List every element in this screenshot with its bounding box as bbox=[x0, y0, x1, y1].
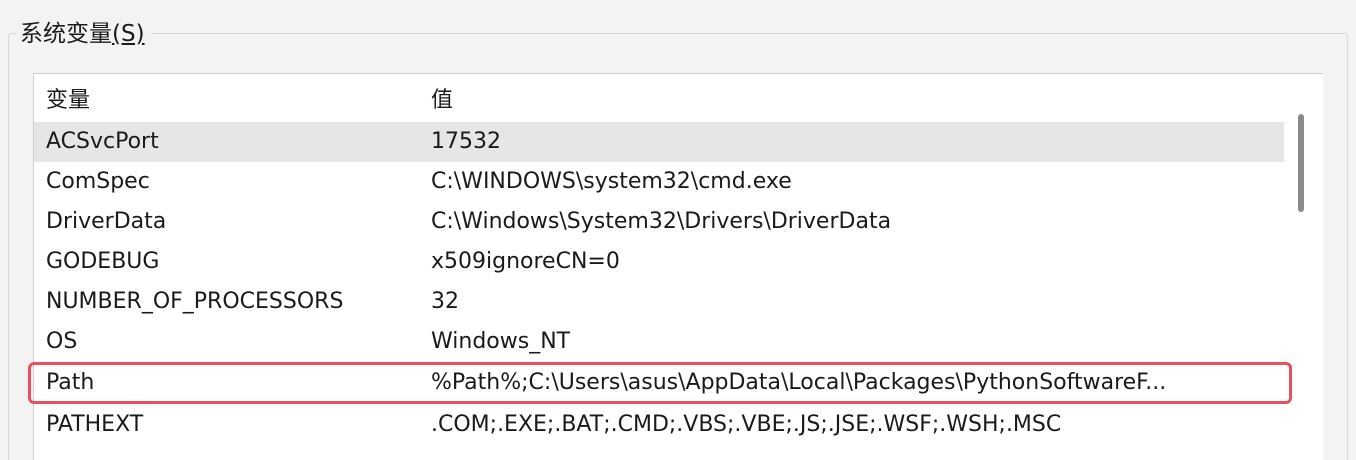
system-variables-list[interactable]: 变量 值 ACSvcPort 17532 ComSpec C:\WINDOWS\… bbox=[33, 73, 1323, 460]
variable-value: x509ignoreCN=0 bbox=[431, 249, 620, 274]
table-row[interactable]: DriverData C:\Windows\System32\Drivers\D… bbox=[34, 202, 1284, 242]
variable-name: ComSpec bbox=[46, 169, 150, 194]
table-row[interactable]: ComSpec C:\WINDOWS\system32\cmd.exe bbox=[34, 162, 1284, 202]
group-title-text: 系统变量 bbox=[20, 21, 112, 47]
list-content: 变量 值 ACSvcPort 17532 ComSpec C:\WINDOWS\… bbox=[34, 74, 1284, 460]
list-header: 变量 值 bbox=[34, 80, 1284, 122]
variable-value: C:\Windows\System32\Drivers\DriverData bbox=[431, 209, 892, 234]
variable-name: Path bbox=[46, 370, 95, 395]
variable-value: 32 bbox=[431, 289, 459, 314]
table-row[interactable]: GODEBUG x509ignoreCN=0 bbox=[34, 242, 1284, 282]
variable-value: C:\WINDOWS\system32\cmd.exe bbox=[431, 169, 792, 194]
variable-name: DriverData bbox=[46, 209, 167, 234]
table-row[interactable]: NUMBER_OF_PROCESSORS 32 bbox=[34, 282, 1284, 322]
variable-name: OS bbox=[46, 329, 78, 354]
scrollbar-thumb[interactable] bbox=[1298, 114, 1304, 212]
table-row[interactable]: PATHEXT .COM;.EXE;.BAT;.CMD;.VBS;.VBE;.J… bbox=[34, 405, 1284, 445]
vertical-scrollbar[interactable] bbox=[1284, 74, 1323, 460]
table-row[interactable]: ACSvcPort 17532 bbox=[34, 122, 1284, 162]
variable-value: .COM;.EXE;.BAT;.CMD;.VBS;.VBE;.JS;.JSE;.… bbox=[431, 412, 1062, 437]
group-title: 系统变量(S) bbox=[16, 18, 151, 50]
group-title-accelerator: (S) bbox=[112, 21, 145, 47]
variable-name: GODEBUG bbox=[46, 249, 160, 274]
column-header-value[interactable]: 值 bbox=[431, 80, 1271, 122]
variable-name: ACSvcPort bbox=[46, 129, 159, 154]
table-row-path[interactable]: Path %Path%;C:\Users\asus\AppData\Local\… bbox=[34, 363, 1284, 403]
variable-value: 17532 bbox=[431, 129, 501, 154]
system-variables-panel: 系统变量(S) 变量 值 ACSvcPort 17532 ComSpec C:\… bbox=[0, 0, 1356, 460]
variable-name: PATHEXT bbox=[46, 412, 144, 437]
variable-value: Windows_NT bbox=[431, 329, 571, 354]
table-row[interactable]: OS Windows_NT bbox=[34, 322, 1284, 362]
variable-value: %Path%;C:\Users\asus\AppData\Local\Packa… bbox=[431, 370, 1167, 395]
column-header-variable[interactable]: 变量 bbox=[46, 80, 416, 122]
variable-name: NUMBER_OF_PROCESSORS bbox=[46, 289, 344, 314]
